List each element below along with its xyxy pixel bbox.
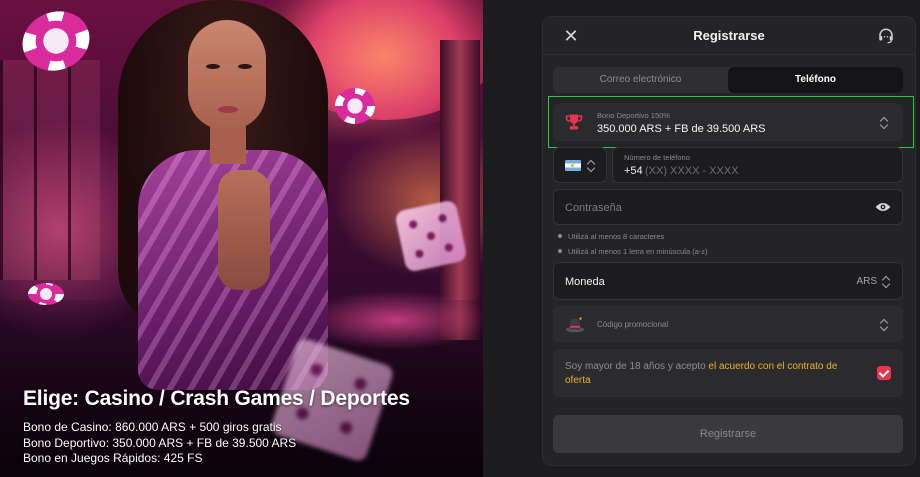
tab-phone[interactable]: Teléfono: [728, 67, 903, 93]
registration-method-tabs: Correo electrónico Teléfono: [553, 67, 903, 93]
modal-title: Registrarse: [693, 28, 765, 43]
support-headset-icon[interactable]: [877, 27, 895, 45]
phone-label: Número de teléfono: [624, 153, 690, 162]
chevron-up-down-icon: [880, 116, 888, 130]
tab-email[interactable]: Correo electrónico: [553, 67, 728, 93]
password-input[interactable]: Contraseña: [553, 189, 903, 225]
age-agreement-box: Soy mayor de 18 años y acepto el acuerdo…: [553, 349, 903, 397]
password-hint-length: Utilizá al menos 8 caracteres: [558, 232, 708, 247]
password-hints: Utilizá al menos 8 caracteres Utilizá al…: [558, 232, 708, 262]
currency-label: Moneda: [565, 276, 605, 288]
trophy-icon: [565, 114, 583, 130]
age-agreement-checkbox[interactable]: [877, 366, 891, 380]
promo-line-fast-games: Bono en Juegos Rápidos: 425 FS: [23, 451, 203, 465]
password-hint-lowercase: Utilizá al menos 1 letra en minúscula (a…: [558, 247, 708, 262]
bonus-value: 350.000 ARS + FB de 39.500 ARS: [597, 123, 766, 135]
phone-number-input[interactable]: Número de teléfono +54 (XX) XXXX - XXXX: [612, 147, 903, 183]
promo-text-block: Elige: Casino / Crash Games / Deportes B…: [23, 386, 473, 467]
chevron-up-down-icon: [587, 159, 595, 173]
background-windows: [0, 60, 100, 280]
poker-chip-icon: [28, 283, 64, 305]
chevron-up-down-icon: [882, 275, 890, 289]
register-button[interactable]: Registrarse: [553, 415, 903, 453]
promo-banner: Elige: Casino / Crash Games / Deportes B…: [0, 0, 483, 477]
phone-prefix: +54: [624, 165, 643, 177]
promo-code-placeholder: Código promocional: [597, 320, 669, 329]
currency-value: ARS: [856, 276, 877, 287]
magic-hat-icon: [565, 317, 585, 333]
currency-selector[interactable]: Moneda ARS: [553, 262, 903, 300]
promo-code-selector[interactable]: Código promocional: [553, 306, 903, 342]
dice-icon: [394, 199, 468, 273]
modal-header: ✕ Registrarse: [543, 17, 915, 55]
promo-title: Elige: Casino / Crash Games / Deportes: [23, 387, 410, 410]
promo-line-casino: Bono de Casino: 860.000 ARS + 500 giros …: [23, 420, 282, 434]
registration-page: Elige: Casino / Crash Games / Deportes B…: [0, 0, 920, 477]
chevron-up-down-icon: [880, 318, 888, 332]
agreement-text: Soy mayor de 18 años y acepto el acuerdo…: [565, 361, 838, 386]
password-placeholder: Contraseña: [565, 202, 622, 214]
poker-chip-icon: [335, 88, 375, 124]
bonus-label: Bono Deportivo 150%: [597, 111, 670, 120]
country-code-selector[interactable]: [553, 147, 607, 183]
promo-line-sports: Bono Deportivo: 350.000 ARS + FB de 39.5…: [23, 435, 297, 450]
bonus-selector[interactable]: Bono Deportivo 150% 350.000 ARS + FB de …: [553, 103, 903, 141]
promo-bonus-list: Bono de Casino: 860.000 ARS + 500 giros …: [23, 420, 473, 467]
phone-placeholder: (XX) XXXX - XXXX: [645, 165, 739, 177]
eye-icon[interactable]: [875, 201, 891, 213]
argentina-flag-icon: [565, 160, 581, 171]
registration-modal: ✕ Registrarse Correo electrónico Teléfon…: [542, 16, 916, 466]
